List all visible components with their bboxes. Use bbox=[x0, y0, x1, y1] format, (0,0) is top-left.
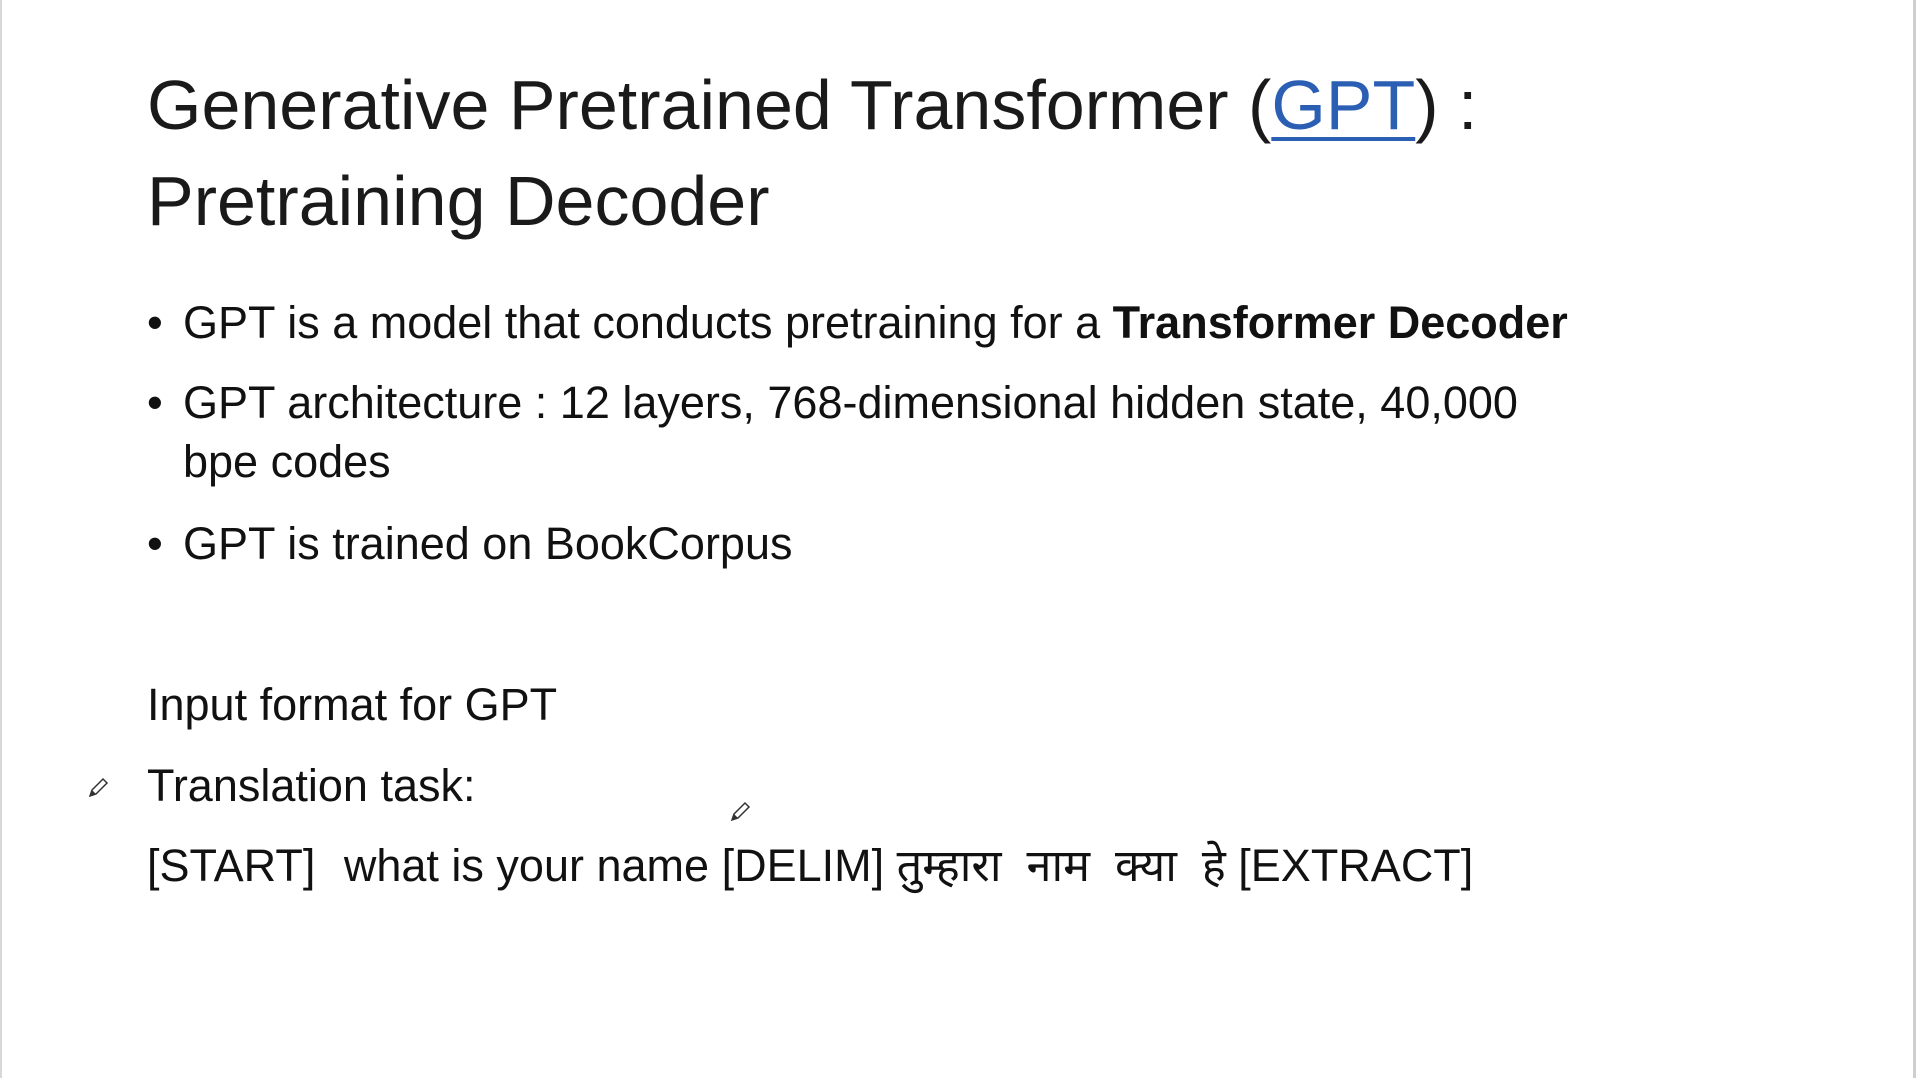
translation-example: [START] what is your name [DELIM] तुम्हा… bbox=[147, 843, 1473, 888]
input-format-heading: Input format for GPT bbox=[147, 679, 558, 730]
start-token: [START] bbox=[147, 840, 316, 891]
bullet-bold-text: Transformer Decoder bbox=[1112, 297, 1568, 348]
source-sentence: what is your name bbox=[343, 840, 710, 891]
bullet-3: GPT is trained on BookCorpus bbox=[183, 518, 793, 569]
slide-title-line-2: Pretraining Decoder bbox=[147, 162, 770, 240]
bullet-dot: • bbox=[147, 518, 163, 569]
bullet-text: GPT architecture : 12 layers, 768-dimens… bbox=[183, 377, 1518, 428]
delim-token: [DELIM] bbox=[721, 840, 885, 891]
bullet-dot: • bbox=[147, 297, 163, 348]
target-sentence-hindi: तुम्हारा नाम क्या हे bbox=[896, 840, 1226, 891]
extract-token: [EXTRACT] bbox=[1238, 840, 1474, 891]
bullet-1: GPT is a model that conducts pretraining… bbox=[183, 294, 1568, 353]
bullet-dot: • bbox=[147, 377, 163, 428]
title-text: Generative Pretrained Transformer ( bbox=[147, 66, 1272, 144]
bullet-2: GPT architecture : 12 layers, 768-dimens… bbox=[183, 374, 1518, 491]
pencil-cursor-icon bbox=[730, 801, 751, 822]
bullet-text-continued: bpe codes bbox=[183, 435, 391, 487]
title-suffix: ) : bbox=[1415, 66, 1478, 144]
translation-task-label: Translation task: bbox=[147, 760, 476, 811]
slide-title-line-1: Generative Pretrained Transformer (GPT) … bbox=[147, 70, 1477, 140]
gpt-link[interactable]: GPT bbox=[1271, 66, 1415, 144]
bullet-text: GPT is a model that conducts pretraining… bbox=[183, 297, 1113, 348]
pencil-icon bbox=[88, 777, 109, 798]
